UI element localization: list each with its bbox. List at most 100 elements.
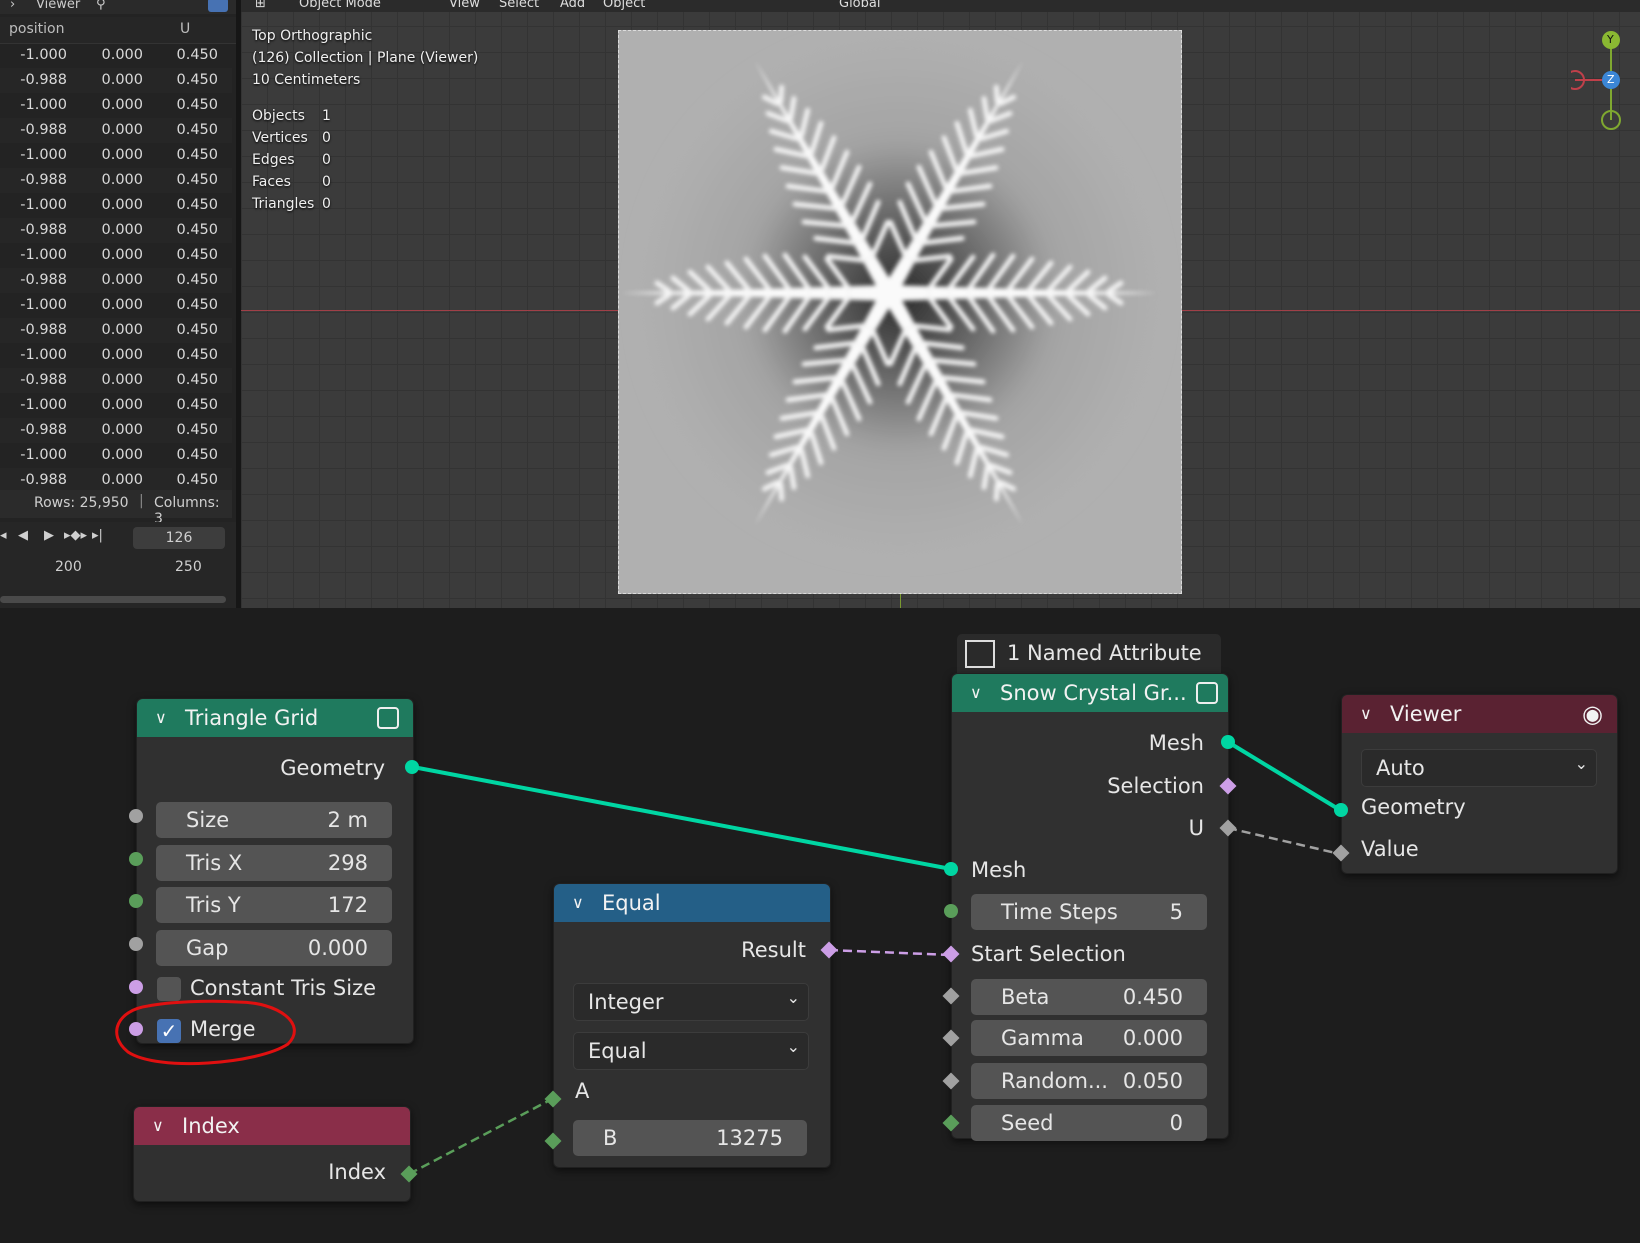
- table-cell: -1.000: [20, 197, 67, 213]
- snow-crystal-header[interactable]: ∨ Snow Crystal Gr...: [952, 674, 1228, 712]
- footer-divider: |: [139, 493, 144, 509]
- time-steps-socket[interactable]: [944, 904, 958, 918]
- table-cell: -0.988: [20, 422, 67, 438]
- geometry-node-editor[interactable]: ∨ Triangle Grid Geometry Size 2 m Tris X2…: [0, 610, 1640, 1243]
- input-b-field[interactable]: B 13275: [573, 1120, 807, 1156]
- gizmo-z-label: Z: [1607, 73, 1615, 86]
- table-cell: 0.450: [176, 197, 218, 213]
- index-title: Index: [182, 1114, 240, 1138]
- table-row: -1.000 0.000 0.450: [0, 443, 232, 468]
- table-cell: 0.000: [101, 322, 143, 338]
- beta-field[interactable]: Beta 0.450: [971, 979, 1207, 1015]
- triangle-grid-header[interactable]: ∨ Triangle Grid: [137, 699, 413, 737]
- spreadsheet-column-header: position U: [0, 17, 238, 44]
- filter-icon[interactable]: [208, 0, 228, 12]
- table-row: -1.000 0.000 0.450: [0, 93, 232, 118]
- viewer-node[interactable]: ∨ Viewer ◉ Auto ⌄ Geometry Value: [1341, 694, 1618, 874]
- mesh-input-socket[interactable]: [944, 862, 958, 876]
- seed-field[interactable]: Seed 0: [971, 1105, 1207, 1141]
- gap-socket[interactable]: [129, 937, 143, 951]
- tris-y-socket[interactable]: [129, 894, 143, 908]
- start-selection-label: Start Selection: [971, 942, 1126, 966]
- gap-field[interactable]: Gap 0.000: [156, 930, 392, 966]
- eye-icon[interactable]: ◉: [1582, 695, 1603, 733]
- editor-type-icon[interactable]: ⊞: [255, 0, 266, 10]
- table-cell: 0.450: [176, 297, 218, 313]
- index-header[interactable]: ∨ Index: [134, 1107, 410, 1145]
- snow-crystal-node[interactable]: ∨ Snow Crystal Gr... Mesh Selection U Me…: [951, 673, 1229, 1141]
- 3d-viewport[interactable]: ⊞ Object Mode View Select Add Object Glo…: [241, 0, 1640, 608]
- table-row: -0.988 0.000 0.450: [0, 318, 232, 343]
- table-cell: -1.000: [20, 447, 67, 463]
- viewer-geometry-socket[interactable]: [1334, 803, 1348, 817]
- tris-x-field[interactable]: Tris X 298: [156, 845, 392, 881]
- viewer-value-label: Value: [1361, 837, 1419, 861]
- chevron-down-icon[interactable]: ∨: [152, 1107, 164, 1145]
- navigation-gizmo[interactable]: [1571, 28, 1631, 138]
- chevron-right-icon[interactable]: ›: [10, 0, 15, 11]
- timeline-scrollbar[interactable]: [0, 596, 226, 603]
- rows-count: Rows: 25,950: [34, 495, 129, 511]
- play-reverse-icon[interactable]: ◀: [18, 528, 28, 543]
- viewer-header[interactable]: ∨ Viewer ◉: [1342, 695, 1617, 733]
- chevron-down-icon[interactable]: ∨: [572, 884, 584, 922]
- triangle-grid-geometry-socket[interactable]: [405, 760, 419, 774]
- table-cell: -0.988: [20, 172, 67, 188]
- column-u[interactable]: U: [180, 21, 190, 37]
- named-attribute-badge: 1 Named Attribute: [957, 634, 1221, 674]
- output-geometry-label: Geometry: [280, 756, 385, 780]
- menu-select[interactable]: Select: [499, 0, 539, 10]
- jump-end-icon[interactable]: ▸|: [92, 528, 103, 543]
- table-cell: 0.000: [101, 197, 143, 213]
- time-steps-field[interactable]: Time Steps 5: [971, 894, 1207, 930]
- table-cell: 0.450: [176, 447, 218, 463]
- chevron-down-icon[interactable]: ∨: [970, 674, 982, 712]
- table-cell: -0.988: [20, 322, 67, 338]
- chevron-down-icon[interactable]: ∨: [155, 699, 167, 737]
- table-row: -1.000 0.000 0.450: [0, 393, 232, 418]
- table-row: -0.988 0.000 0.450: [0, 118, 232, 143]
- table-cell: -0.988: [20, 122, 67, 138]
- object-mode-dropdown[interactable]: Object Mode: [299, 0, 381, 10]
- chevron-down-icon[interactable]: ∨: [1360, 695, 1372, 733]
- gamma-field[interactable]: Gamma 0.000: [971, 1020, 1207, 1056]
- table-cell: 0.450: [176, 422, 218, 438]
- jump-start-icon[interactable]: ◂: [0, 528, 7, 543]
- table-cell: -1.000: [20, 397, 67, 413]
- current-frame-field[interactable]: 126: [133, 527, 225, 549]
- chevron-down-icon: ⌄: [786, 988, 800, 1007]
- constant-tris-size-socket[interactable]: [129, 980, 143, 994]
- mesh-output-socket[interactable]: [1221, 735, 1235, 749]
- column-position[interactable]: position: [9, 21, 64, 37]
- tris-y-field[interactable]: Tris Y 172: [156, 887, 392, 923]
- spreadsheet-panel: › Viewer ⚲ position U -1.000 0.000 0.450 -0…: [0, 0, 238, 608]
- play-icon[interactable]: ▶: [44, 528, 54, 543]
- equal-node[interactable]: ∨ Equal Result Integer ⌄ Equal ⌄ A B 13275: [553, 883, 831, 1168]
- viewer-domain-dropdown[interactable]: Auto ⌄: [1361, 749, 1597, 787]
- data-type-dropdown[interactable]: Integer ⌄: [573, 983, 809, 1021]
- equal-header[interactable]: ∨ Equal: [554, 884, 830, 922]
- size-field[interactable]: Size 2 m: [156, 802, 392, 838]
- stat-faces: Faces 0: [252, 174, 331, 190]
- named-attribute-text: 1 Named Attribute: [1007, 641, 1202, 665]
- orientation-dropdown[interactable]: Global: [839, 0, 880, 10]
- node-group-icon[interactable]: [1196, 682, 1218, 704]
- input-a-label: A: [575, 1079, 590, 1103]
- pin-icon[interactable]: ⚲: [96, 0, 106, 11]
- triangle-grid-title: Triangle Grid: [185, 706, 319, 730]
- random-field[interactable]: Random... 0.050: [971, 1063, 1207, 1099]
- equal-title: Equal: [602, 891, 661, 915]
- tris-x-socket[interactable]: [129, 852, 143, 866]
- table-cell: -0.988: [20, 372, 67, 388]
- menu-object[interactable]: Object: [603, 0, 645, 10]
- menu-view[interactable]: View: [449, 0, 480, 10]
- node-group-icon[interactable]: [377, 707, 399, 729]
- spreadsheet-title: Viewer: [36, 0, 81, 12]
- menu-add[interactable]: Add: [560, 0, 585, 10]
- operation-dropdown[interactable]: Equal ⌄: [573, 1032, 809, 1070]
- triangle-grid-node[interactable]: ∨ Triangle Grid Geometry Size 2 m Tris X2…: [136, 698, 414, 1044]
- size-socket[interactable]: [129, 809, 143, 823]
- table-cell: 0.450: [176, 397, 218, 413]
- next-keyframe-icon[interactable]: ▸◆▸: [64, 528, 87, 543]
- index-node[interactable]: ∨ Index Index: [133, 1106, 411, 1202]
